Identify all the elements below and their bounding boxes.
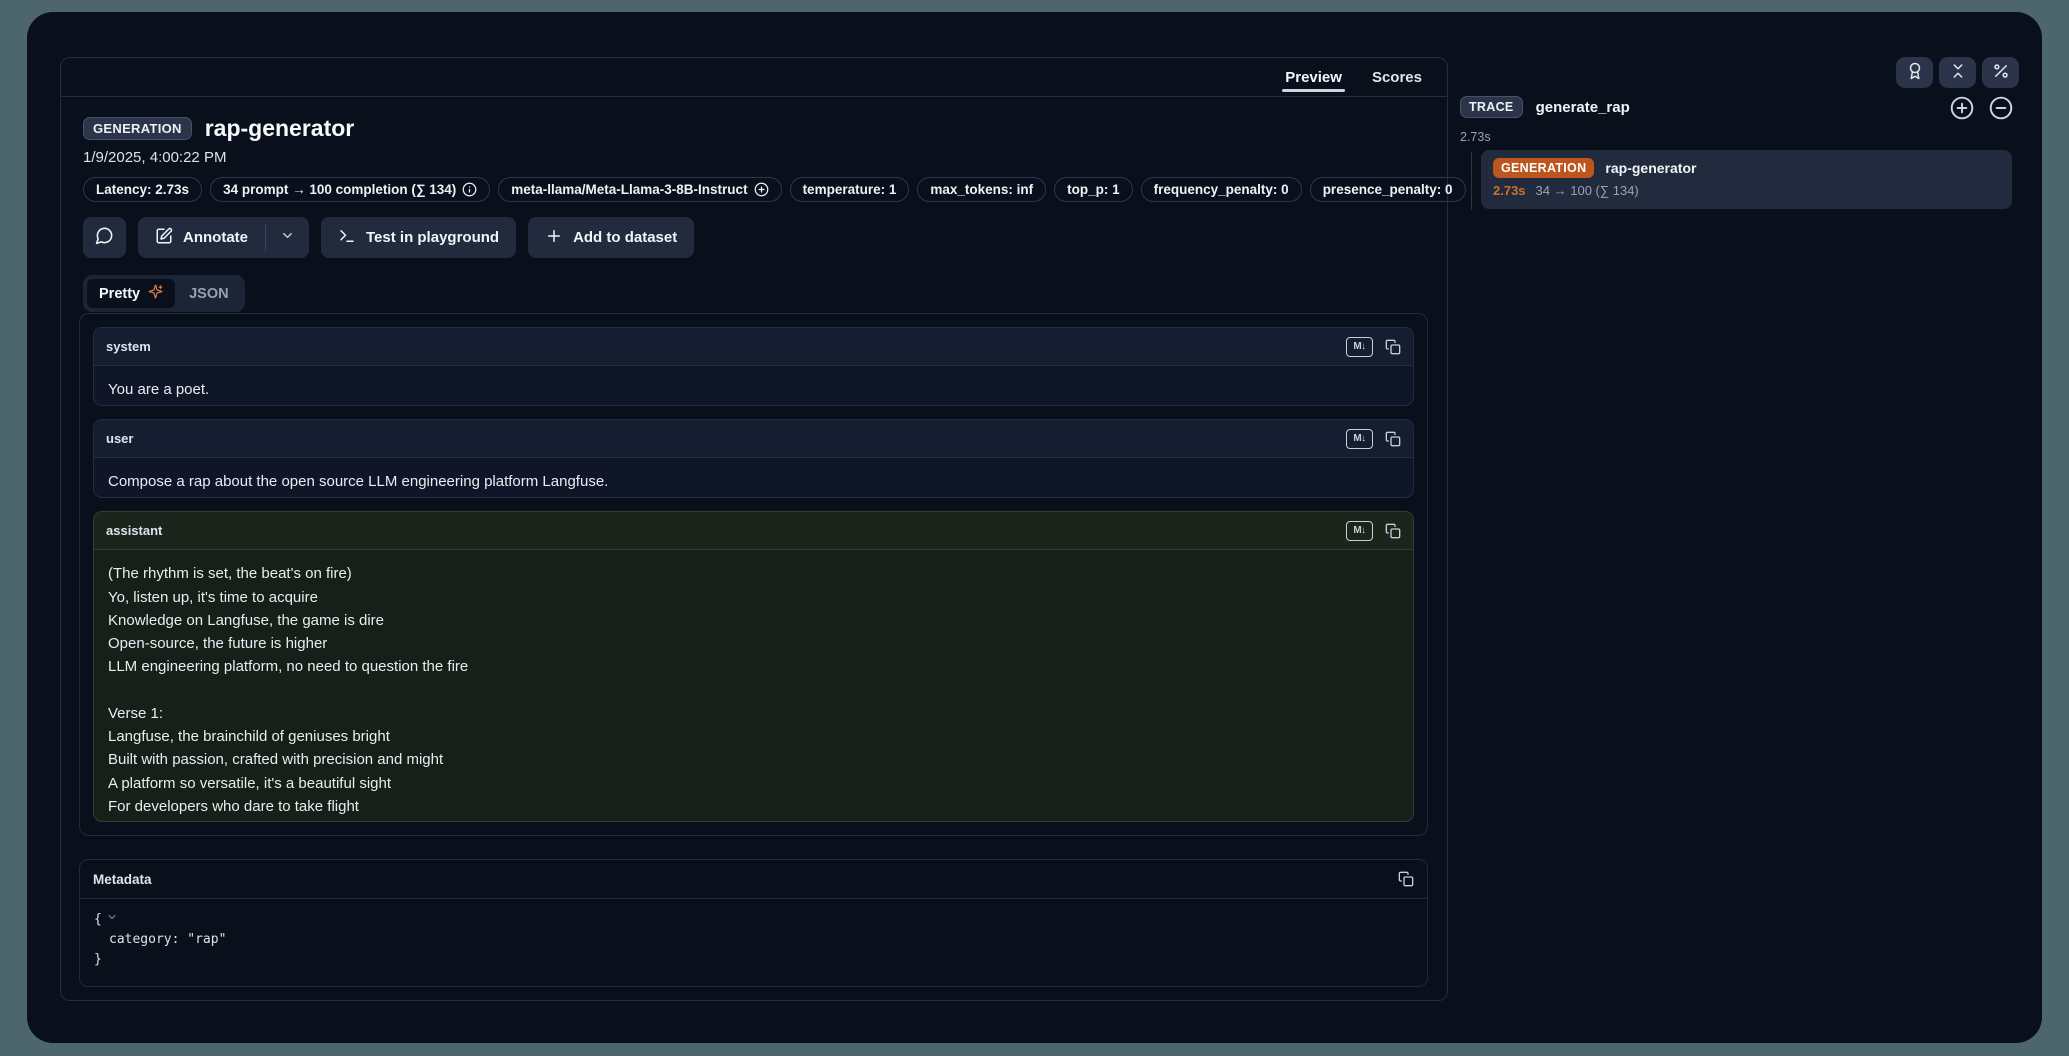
edit-icon (155, 227, 173, 249)
tab-preview[interactable]: Preview (1270, 58, 1357, 96)
model-label: meta-llama/Meta-Llama-3-8B-Instruct (511, 182, 747, 197)
generation-node-name: rap-generator (1605, 160, 1696, 176)
plus-circle-icon[interactable] (754, 182, 769, 197)
trace-type-badge: TRACE (1460, 96, 1523, 118)
generation-tree-node[interactable]: GENERATION rap-generator 2.73s 34 → 100 … (1481, 150, 2012, 209)
observation-timestamp: 1/9/2025, 4:00:22 PM (83, 149, 1425, 166)
markdown-toggle-icon[interactable]: M↓ (1346, 429, 1373, 449)
chevrons-collapse-icon (1949, 62, 1967, 83)
observation-header: GENERATION rap-generator 1/9/2025, 4:00:… (61, 97, 1447, 312)
role-label: assistant (106, 523, 162, 538)
generation-node-tokens: 34 → 100 (∑ 134) (1536, 183, 1639, 198)
annotate-button[interactable]: Annotate (138, 217, 265, 258)
user-message-block: user M↓ Compose a rap about the open sou… (93, 419, 1414, 498)
markdown-toggle-icon[interactable]: M↓ (1346, 337, 1373, 357)
json-collapse-icon[interactable] (106, 910, 118, 930)
collapse-panel-button[interactable] (1939, 57, 1976, 88)
markdown-toggle-icon[interactable]: M↓ (1346, 521, 1373, 541)
view-toggle: Pretty JSON (83, 275, 245, 312)
playground-button[interactable]: Test in playground (321, 217, 516, 258)
trace-name: generate_rap (1536, 99, 1630, 116)
role-label: system (106, 339, 151, 354)
page-title: rap-generator (205, 115, 355, 142)
add-to-dataset-button[interactable]: Add to dataset (528, 217, 694, 258)
metadata-header: Metadata (80, 860, 1427, 899)
comment-icon (95, 226, 114, 249)
copy-icon[interactable] (1398, 871, 1414, 887)
top-p-badge: top_p: 1 (1054, 177, 1133, 202)
percent-metrics-button[interactable] (1982, 57, 2019, 88)
assistant-message-content: (The rhythm is set, the beat's on fire) … (94, 550, 1413, 822)
model-badge[interactable]: meta-llama/Meta-Llama-3-8B-Instruct (498, 177, 781, 202)
trace-toolbar (1896, 57, 2019, 88)
temperature-badge: temperature: 1 (790, 177, 910, 202)
terminal-icon (338, 227, 356, 249)
tree-controls (1949, 95, 2014, 121)
annotate-split-button: Annotate (138, 217, 309, 258)
copy-icon[interactable] (1385, 431, 1401, 447)
assistant-message-block: assistant M↓ (The rhythm is set, the bea… (93, 511, 1414, 822)
comment-button[interactable] (83, 217, 126, 258)
frequency-penalty-badge: frequency_penalty: 0 (1141, 177, 1302, 202)
detail-tabbar: Preview Scores (61, 58, 1447, 97)
io-preview-container: system M↓ You are a poet. user M↓ (79, 313, 1428, 836)
user-message-content: Compose a rap about the open source LLM … (94, 458, 1413, 498)
parameter-badges: Latency: 2.73s 34 prompt → 100 completio… (83, 177, 1425, 202)
plus-icon (545, 227, 563, 249)
trace-latency: 2.73s (1460, 130, 1491, 144)
copy-icon[interactable] (1385, 339, 1401, 355)
trace-row[interactable]: TRACE generate_rap (1460, 96, 1630, 118)
info-circle-icon[interactable] (462, 182, 477, 197)
sparkles-icon (148, 284, 163, 303)
scores-award-button[interactable] (1896, 57, 1933, 88)
token-usage-badge: 34 prompt → 100 completion (∑ 134) (210, 177, 490, 202)
page: { "colors": { "page_bg": "#4d666e", "win… (0, 0, 2069, 1056)
json-open-brace: { (94, 910, 102, 930)
json-close-brace: } (94, 950, 1413, 970)
annotate-dropdown-button[interactable] (266, 217, 309, 258)
token-usage-label: 34 prompt → 100 completion (∑ 134) (223, 182, 456, 197)
copy-icon[interactable] (1385, 523, 1401, 539)
add-to-dataset-label: Add to dataset (573, 229, 677, 246)
metadata-json: { category: "rap" } (80, 899, 1427, 981)
annotate-label: Annotate (183, 229, 248, 246)
max-tokens-badge: max_tokens: inf (917, 177, 1046, 202)
assistant-message-header: assistant M↓ (94, 512, 1413, 550)
presence-penalty-badge: presence_penalty: 0 (1310, 177, 1466, 202)
generation-type-badge: GENERATION (83, 117, 192, 140)
percent-icon (1992, 62, 2010, 83)
toggle-json[interactable]: JSON (177, 279, 241, 308)
action-buttons: Annotate Test in playground (83, 217, 1425, 258)
generation-node-badge: GENERATION (1493, 158, 1594, 178)
system-message-header: system M↓ (94, 328, 1413, 366)
collapse-all-icon[interactable] (1988, 95, 2014, 121)
metadata-card: Metadata { category: "rap" } (79, 859, 1428, 987)
pretty-label: Pretty (99, 286, 140, 302)
latency-badge: Latency: 2.73s (83, 177, 202, 202)
tab-scores[interactable]: Scores (1357, 58, 1437, 96)
json-label: JSON (189, 286, 229, 302)
system-message-block: system M↓ You are a poet. (93, 327, 1414, 406)
toggle-pretty[interactable]: Pretty (87, 279, 175, 308)
role-label: user (106, 431, 133, 446)
metadata-title: Metadata (93, 872, 152, 887)
observation-detail-panel: Preview Scores GENERATION rap-generator … (60, 57, 1448, 1001)
chevron-down-icon (280, 228, 295, 247)
system-message-content: You are a poet. (94, 366, 1413, 406)
json-entry: category: "rap" (94, 930, 1413, 950)
tree-indent-guide (1471, 152, 1472, 210)
app-window: Preview Scores GENERATION rap-generator … (27, 12, 2042, 1043)
user-message-header: user M↓ (94, 420, 1413, 458)
playground-label: Test in playground (366, 229, 499, 246)
award-icon (1906, 62, 1924, 83)
expand-all-icon[interactable] (1949, 95, 1975, 121)
generation-node-latency: 2.73s (1493, 183, 1526, 198)
